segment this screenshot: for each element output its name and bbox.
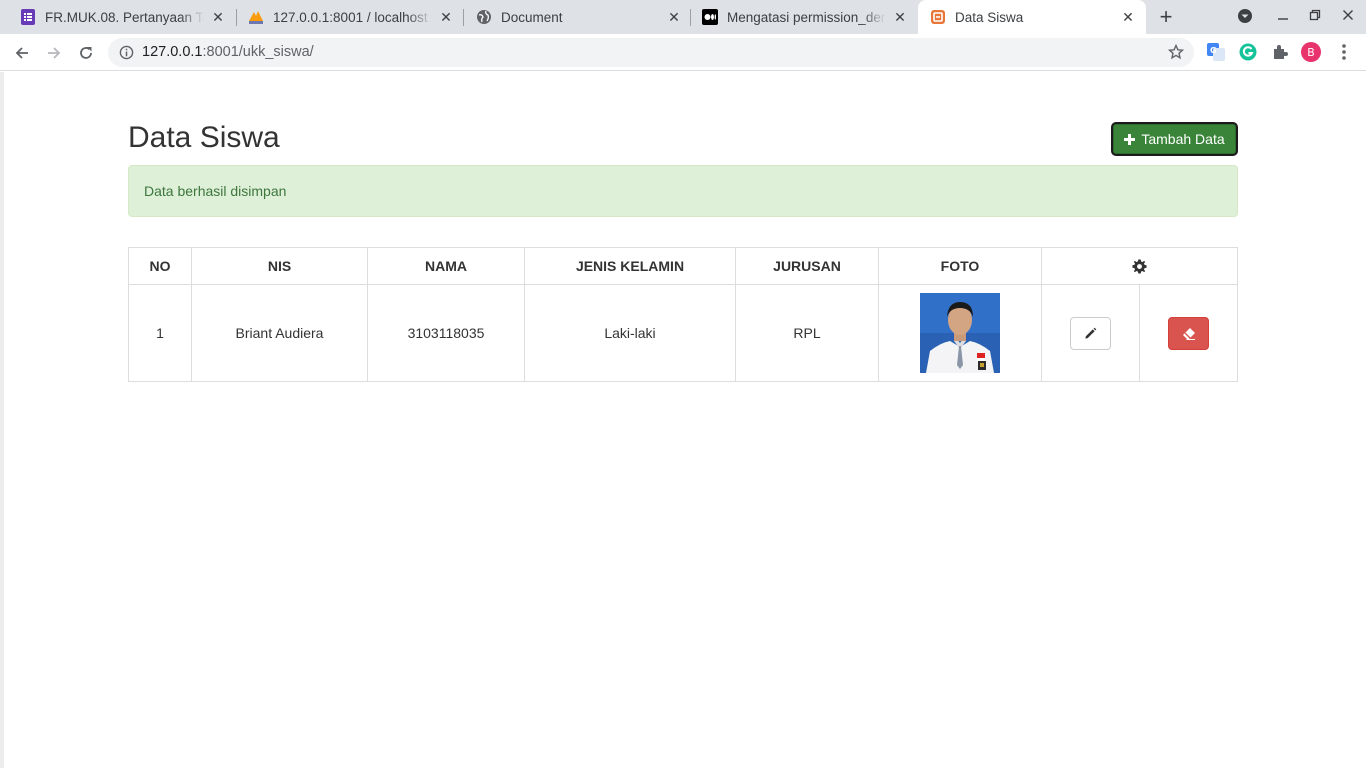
arrow-left-icon bbox=[15, 47, 28, 59]
close-icon[interactable]: ✕ bbox=[892, 9, 908, 25]
globe-icon bbox=[476, 9, 492, 25]
table-header-row: NO NIS NAMA JENIS KELAMIN JURUSAN FOTO bbox=[128, 247, 1238, 285]
url-host: 127.0.0.1 bbox=[142, 44, 203, 60]
close-icon[interactable]: ✕ bbox=[438, 9, 454, 25]
cell-edit bbox=[1041, 284, 1140, 382]
header-no: NO bbox=[128, 247, 192, 285]
cell-nis: Briant Audiera bbox=[191, 284, 368, 382]
add-data-label: Tambah Data bbox=[1141, 131, 1225, 147]
restore-button[interactable] bbox=[1306, 8, 1324, 26]
info-icon[interactable] bbox=[119, 45, 134, 60]
header-actions bbox=[1041, 247, 1238, 285]
add-data-button[interactable]: Tambah Data bbox=[1111, 122, 1238, 156]
minimize-button[interactable] bbox=[1274, 8, 1292, 26]
medium-icon bbox=[702, 9, 718, 25]
profile-initial: B bbox=[1307, 46, 1314, 59]
browser-toolbar: 127.0.0.1:8001/ukk_siswa/ G B bbox=[0, 34, 1366, 71]
tab-medium[interactable]: Mengatasi permission_denied ✕ bbox=[682, 0, 918, 34]
close-icon[interactable]: ✕ bbox=[210, 9, 226, 25]
arrow-right-icon bbox=[48, 47, 61, 59]
reload-button[interactable] bbox=[74, 41, 98, 65]
html5-icon bbox=[930, 9, 946, 25]
tab-title: Mengatasi permission_denied bbox=[727, 9, 886, 25]
eraser-icon bbox=[1182, 327, 1195, 340]
address-bar[interactable]: 127.0.0.1:8001/ukk_siswa/ bbox=[108, 38, 1194, 67]
student-photo bbox=[920, 293, 1000, 373]
svg-text:G: G bbox=[1210, 46, 1217, 55]
tab-phpmyadmin[interactable]: 127.0.0.1:8001 / localhost / ukk ✕ bbox=[228, 0, 464, 34]
cell-nama: 3103118035 bbox=[367, 284, 525, 382]
students-table: NO NIS NAMA JENIS KELAMIN JURUSAN FOTO 1… bbox=[128, 247, 1238, 382]
close-icon[interactable]: ✕ bbox=[666, 9, 682, 25]
success-alert: Data berhasil disimpan bbox=[128, 165, 1238, 217]
page-title: Data Siswa bbox=[128, 121, 280, 154]
phpmyadmin-icon bbox=[248, 9, 264, 25]
cell-jurusan: RPL bbox=[735, 284, 879, 382]
gear-icon bbox=[1132, 259, 1147, 274]
header-jurusan: JURUSAN bbox=[735, 247, 879, 285]
cell-jenis-kelamin: Laki-laki bbox=[524, 284, 736, 382]
header-nama: NAMA bbox=[367, 247, 525, 285]
menu-kebab-icon[interactable] bbox=[1334, 42, 1354, 62]
back-button[interactable] bbox=[10, 41, 34, 65]
forms-icon bbox=[20, 9, 36, 25]
tab-strip: FR.MUK.08. Pertanyaan Tertulis ✕ 127.0.0… bbox=[0, 0, 1366, 34]
new-tab-button[interactable]: + bbox=[1156, 6, 1176, 28]
minimize-icon bbox=[1278, 18, 1288, 20]
header-foto: FOTO bbox=[878, 247, 1042, 285]
url-text: 127.0.0.1:8001/ukk_siswa/ bbox=[142, 44, 314, 60]
google-translate-icon[interactable]: G bbox=[1206, 42, 1226, 62]
cell-delete bbox=[1139, 284, 1238, 382]
tab-title: Document bbox=[501, 9, 563, 25]
delete-button[interactable] bbox=[1168, 316, 1209, 350]
extensions-puzzle-icon[interactable] bbox=[1270, 42, 1290, 62]
cell-foto bbox=[878, 284, 1042, 382]
header-nis: NIS bbox=[191, 247, 368, 285]
edit-button[interactable] bbox=[1070, 316, 1111, 350]
tab-title: FR.MUK.08. Pertanyaan Tertulis bbox=[45, 9, 204, 25]
tab-title: Data Siswa bbox=[955, 9, 1024, 25]
table-row: 1 Briant Audiera 3103118035 Laki-laki RP… bbox=[128, 284, 1238, 382]
url-path: :8001/ukk_siswa/ bbox=[202, 44, 314, 60]
restore-icon bbox=[1309, 9, 1321, 21]
tab-data-siswa[interactable]: Data Siswa ✕ bbox=[918, 0, 1146, 34]
page-content: Data Siswa Tambah Data Data berhasil dis… bbox=[4, 72, 1366, 768]
plus-icon bbox=[1124, 133, 1136, 145]
tab-search-button[interactable] bbox=[1236, 8, 1254, 26]
grammarly-icon[interactable] bbox=[1238, 42, 1258, 62]
profile-avatar[interactable]: B bbox=[1301, 42, 1321, 62]
bookmark-star-icon[interactable] bbox=[1168, 44, 1184, 60]
close-window-button[interactable] bbox=[1339, 8, 1357, 26]
cell-no: 1 bbox=[128, 284, 192, 382]
chevron-down-icon bbox=[1238, 9, 1252, 23]
close-icon bbox=[1343, 10, 1353, 20]
tab-fr-muk[interactable]: FR.MUK.08. Pertanyaan Tertulis ✕ bbox=[0, 0, 236, 34]
close-icon[interactable]: ✕ bbox=[1120, 9, 1136, 25]
forward-button[interactable] bbox=[42, 41, 66, 65]
reload-icon bbox=[80, 47, 92, 59]
tab-document[interactable]: Document ✕ bbox=[456, 0, 692, 34]
tab-title: 127.0.0.1:8001 / localhost / ukk bbox=[273, 9, 432, 25]
pencil-icon bbox=[1085, 327, 1097, 339]
header-jenis-kelamin: JENIS KELAMIN bbox=[524, 247, 736, 285]
